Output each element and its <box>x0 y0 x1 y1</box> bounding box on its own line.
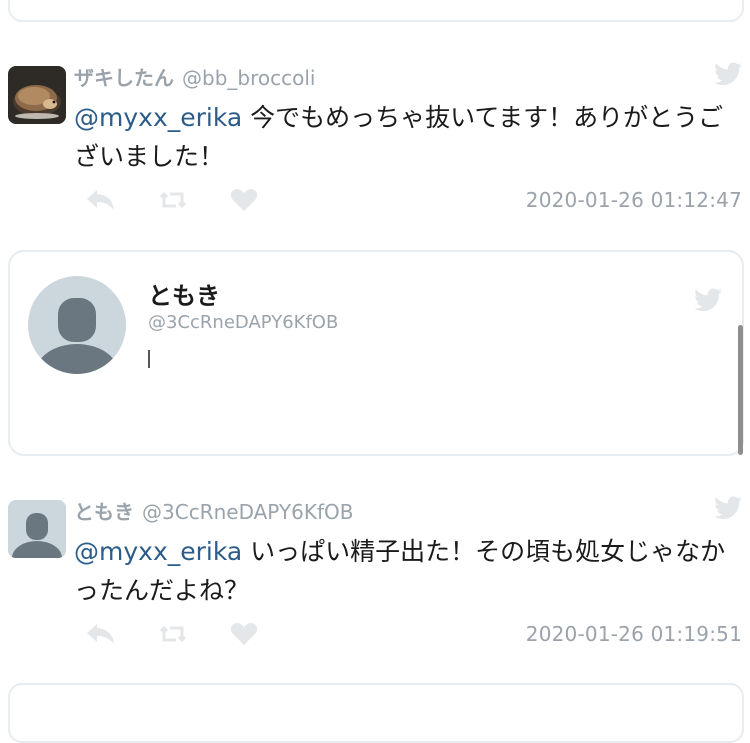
like-button[interactable] <box>230 186 302 214</box>
display-name[interactable]: ともき <box>74 500 134 524</box>
twitter-bird-icon[interactable] <box>714 496 742 520</box>
scrollbar-thumb[interactable] <box>738 325 743 455</box>
reply-icon <box>87 190 114 210</box>
reply-button[interactable] <box>86 186 158 214</box>
tweet-meta: ともき @3CcRneDAPY6KfOB <box>74 496 353 525</box>
retweet-button[interactable] <box>158 186 230 214</box>
default-avatar-icon <box>8 500 66 558</box>
compose-card: ともき @3CcRneDAPY6KfOB <box>8 250 744 456</box>
mention-link[interactable]: @myxx_erika <box>74 103 242 132</box>
tweet-text: @myxx_erika 今でもめっちゃ抜いてます！ありがとうございました！ <box>74 98 734 176</box>
retweet-icon <box>159 625 187 643</box>
like-heart-icon <box>230 623 258 645</box>
avatar[interactable] <box>8 500 66 558</box>
retweet-button[interactable] <box>158 620 230 648</box>
timestamp[interactable]: 2020-01-26 01:19:51 <box>526 622 742 646</box>
reply-icon <box>87 624 114 644</box>
compose-display-name: ともき <box>148 282 220 310</box>
handle[interactable]: @bb_broccoli <box>182 66 315 90</box>
handle[interactable]: @3CcRneDAPY6KfOB <box>142 500 353 524</box>
avatar[interactable] <box>8 66 66 124</box>
hedgehog-avatar <box>8 66 66 124</box>
compose-handle: @3CcRneDAPY6KfOB <box>148 312 339 333</box>
tweet-text: @myxx_erika いっぱい精子出た！その頃も処女じゃなかったんだよね？ <box>74 532 734 610</box>
twitter-bird-icon[interactable] <box>694 288 722 312</box>
tweet-meta: ザキしたん @bb_broccoli <box>74 62 315 91</box>
next-tweet-card-edge <box>8 683 744 743</box>
like-button[interactable] <box>230 620 302 648</box>
timestamp[interactable]: 2020-01-26 01:12:47 <box>526 188 742 212</box>
tweet-actions <box>86 620 302 648</box>
text-caret[interactable] <box>148 350 150 368</box>
previous-tweet-card-edge <box>8 0 744 22</box>
mention-link[interactable]: @myxx_erika <box>74 537 242 566</box>
display-name[interactable]: ザキしたん <box>74 66 174 90</box>
default-avatar-icon[interactable] <box>28 276 126 374</box>
reply-button[interactable] <box>86 620 158 648</box>
like-heart-icon <box>230 189 258 211</box>
tweet-actions <box>86 186 302 214</box>
twitter-bird-icon[interactable] <box>714 62 742 86</box>
retweet-icon <box>159 191 187 209</box>
